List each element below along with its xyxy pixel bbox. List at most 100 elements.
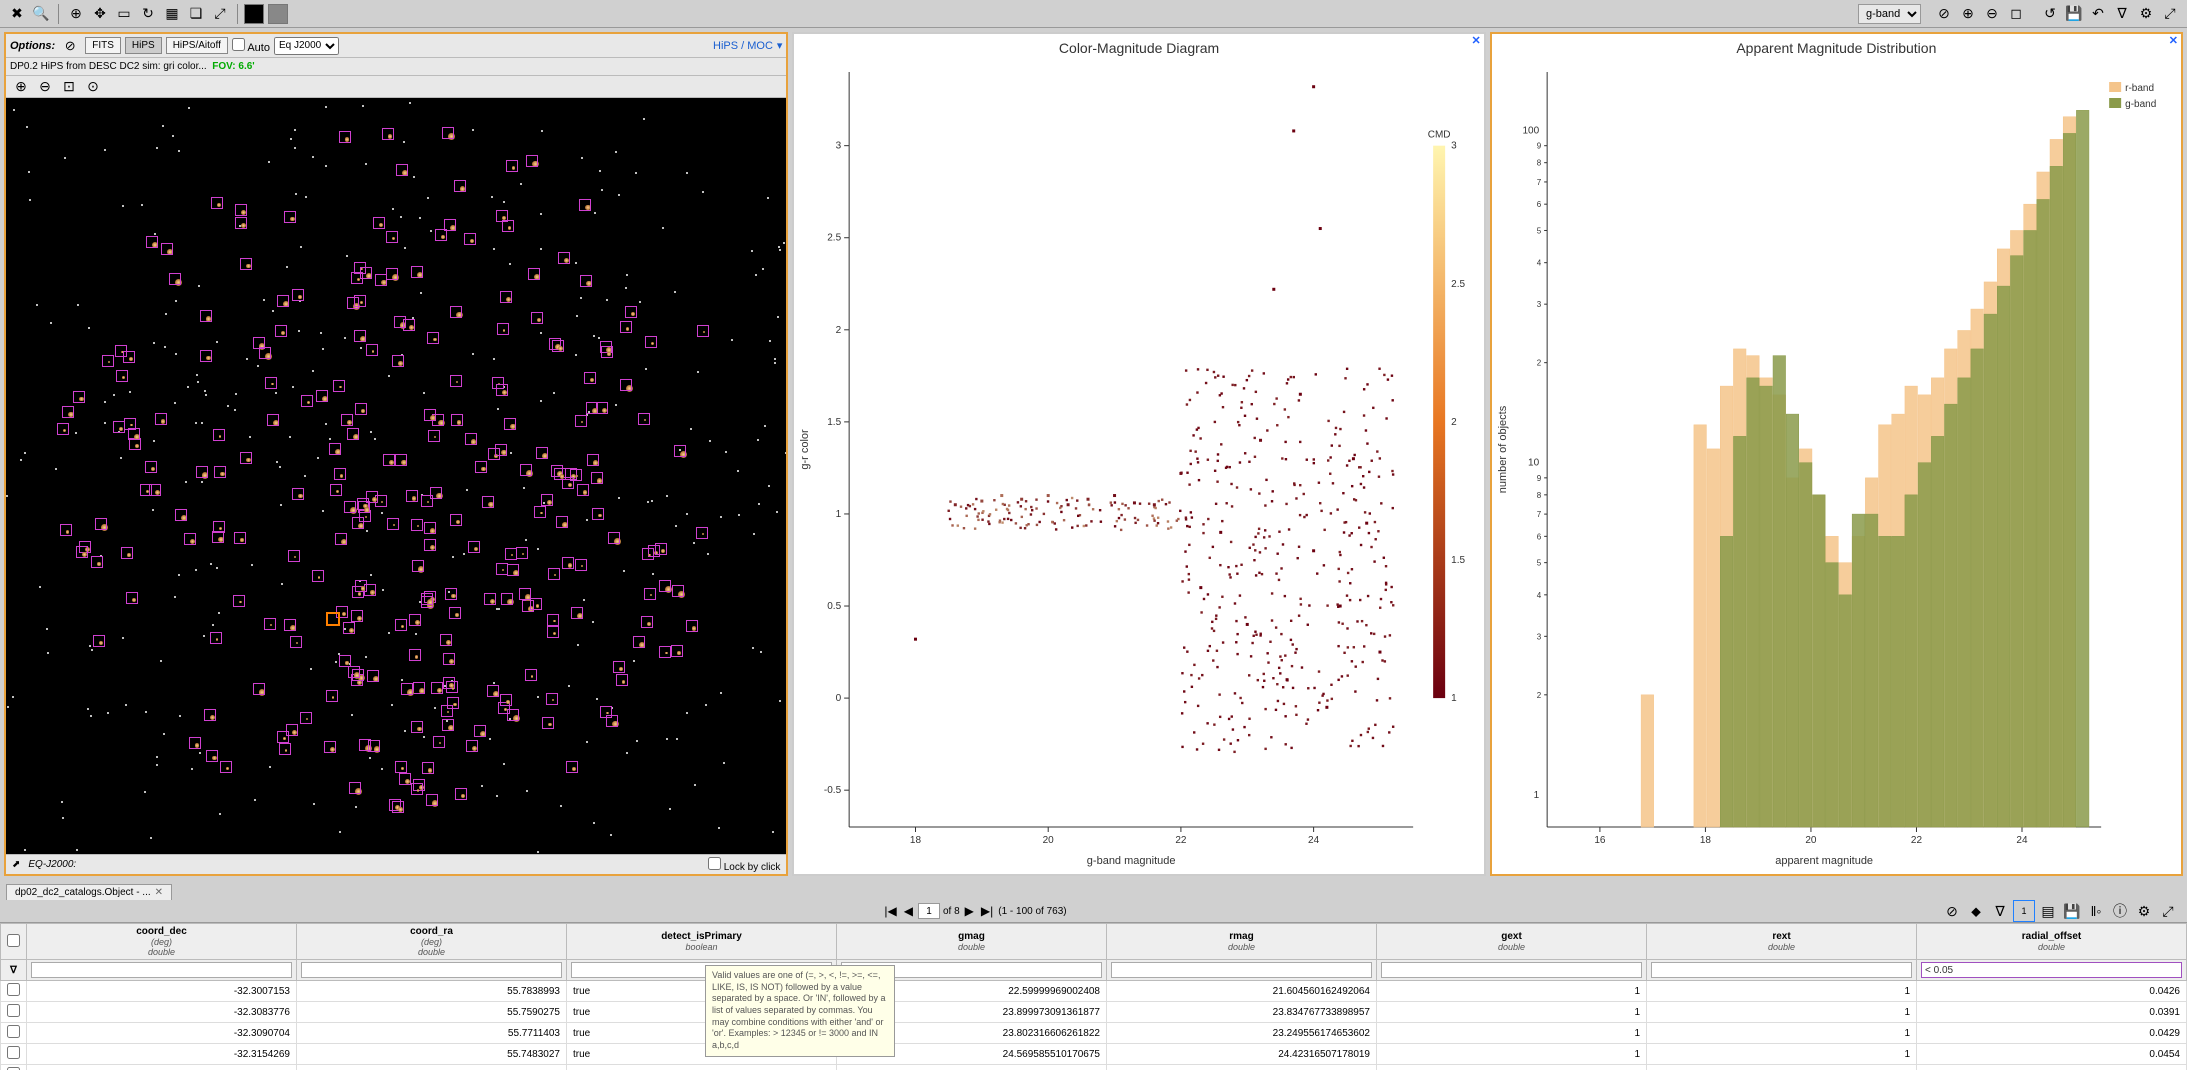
undo-icon[interactable]: ↶ <box>2087 3 2109 25</box>
table-text-icon[interactable]: 1 <box>2013 900 2035 922</box>
svg-text:7: 7 <box>1536 178 1541 187</box>
table-row[interactable]: -32.300715355.7838993true22.599999690024… <box>1 981 2187 1002</box>
select-all-checkbox[interactable] <box>7 934 20 947</box>
col-rmag[interactable]: rmagdouble <box>1107 924 1377 960</box>
table-expand-icon[interactable]: ⤢ <box>2157 900 2179 922</box>
eq-footer-label: EQ-J2000: <box>28 859 76 870</box>
options-label: Options: <box>10 40 55 52</box>
table-text2-icon[interactable]: ▤ <box>2037 900 2059 922</box>
col-detect_isPrimary[interactable]: detect_isPrimaryboolean <box>567 924 837 960</box>
filter-gext[interactable] <box>1381 962 1642 978</box>
band-select[interactable]: g-band <box>1858 4 1921 24</box>
table-row[interactable]: -32.309070455.7711403true23.802316606261… <box>1 1023 2187 1044</box>
page-input[interactable] <box>918 903 940 919</box>
next-page-button[interactable]: ▶ <box>963 904 976 918</box>
cmd-chart-panel: ✕ Color-Magnitude Diagram 18202224-0.500… <box>792 32 1485 876</box>
last-page-button[interactable]: ▶| <box>979 904 995 918</box>
svg-text:8: 8 <box>1536 491 1541 500</box>
svg-text:7: 7 <box>1536 510 1541 519</box>
cmd-chart[interactable]: 18202224-0.500.511.522.53g-band magnitud… <box>794 62 1483 872</box>
col-rext[interactable]: rextdouble <box>1647 924 1917 960</box>
tab-close-icon[interactable]: ✕ <box>155 887 163 898</box>
row-checkbox[interactable] <box>7 983 20 996</box>
filter-rmag[interactable] <box>1111 962 1372 978</box>
cmd-title: Color-Magnitude Diagram <box>794 34 1483 62</box>
table-chart-icon[interactable]: ⬥ <box>1965 900 1987 922</box>
hips-moc-link[interactable]: HiPS / MOC <box>713 40 773 52</box>
table-columns-icon[interactable]: ‖◦ <box>2085 900 2107 922</box>
zoom-out-icon[interactable]: ⊖ <box>1981 3 2003 25</box>
zoom-fit-icon[interactable]: ◻ <box>2005 3 2027 25</box>
eq-select[interactable]: Eq J2000 <box>274 37 339 55</box>
table-save-icon[interactable]: 💾 <box>2061 900 2083 922</box>
filter-coord_dec[interactable] <box>31 962 292 978</box>
table-row[interactable]: -32.315426955.7483027true24.569585510170… <box>1 1044 2187 1065</box>
fullscreen-icon[interactable]: ⤢ <box>2159 3 2181 25</box>
sky-zoom-in-icon[interactable]: ⊕ <box>10 76 32 98</box>
table-settings-icon[interactable]: ⚙ <box>2133 900 2155 922</box>
pan-icon[interactable]: ✥ <box>89 3 111 25</box>
first-page-button[interactable]: |◀ <box>882 904 898 918</box>
table-info-icon[interactable]: ⓘ <box>2109 900 2131 922</box>
layers-icon[interactable]: ❏ <box>185 3 207 25</box>
auto-checkbox-label[interactable]: Auto <box>232 38 270 54</box>
svg-text:5: 5 <box>1536 559 1541 568</box>
filter-rext[interactable] <box>1651 962 1912 978</box>
sky-image-panel: Options: ⊘ FITS HiPS HiPS/Aitoff Auto Eq… <box>4 32 788 876</box>
col-coord_ra[interactable]: coord_ra(deg)double <box>297 924 567 960</box>
row-checkbox[interactable] <box>7 1025 20 1038</box>
grid-icon[interactable]: ▦ <box>161 3 183 25</box>
lock-checkbox-label[interactable]: Lock by click <box>708 857 780 873</box>
col-gmag[interactable]: gmagdouble <box>837 924 1107 960</box>
svg-text:0.5: 0.5 <box>828 601 842 612</box>
auto-checkbox[interactable] <box>232 38 245 51</box>
table-filter-icon[interactable]: ∇ <box>1989 900 2011 922</box>
row-checkbox[interactable] <box>7 1046 20 1059</box>
dropdown-icon[interactable]: ▾ <box>777 39 783 52</box>
popout-icon[interactable]: ⬈ <box>12 859 20 870</box>
zoom-in-icon[interactable]: ⊕ <box>1957 3 1979 25</box>
target-icon[interactable]: ⊕ <box>65 3 87 25</box>
search-icon[interactable]: 🔍 <box>30 3 52 25</box>
sky-zoom-out-icon[interactable]: ⊖ <box>34 76 56 98</box>
sky-zoom-1x-icon[interactable]: ⊙ <box>82 76 104 98</box>
svg-text:16: 16 <box>1594 835 1606 846</box>
filter-coord_ra[interactable] <box>301 962 562 978</box>
col-radial_offset[interactable]: radial_offsetdouble <box>1917 924 2187 960</box>
svg-text:g-r color: g-r color <box>800 429 812 470</box>
select-box-icon[interactable]: ▭ <box>113 3 135 25</box>
svg-text:6: 6 <box>1536 200 1541 209</box>
prev-page-button[interactable]: ◀ <box>902 904 915 918</box>
svg-text:20: 20 <box>1043 835 1055 846</box>
hips-button[interactable]: HiPS <box>125 37 162 54</box>
close-icon[interactable]: ✕ <box>1472 34 1481 47</box>
table-row[interactable]: -32.312044855.7623687true24.778562620983… <box>1 1065 2187 1070</box>
filter-icon[interactable]: ∇ <box>2111 3 2133 25</box>
settings-icon[interactable]: ⚙ <box>2135 3 2157 25</box>
expand-icon[interactable]: ⤢ <box>209 3 231 25</box>
fits-button[interactable]: FITS <box>85 37 121 54</box>
view-grid-button[interactable] <box>268 4 288 24</box>
table-row[interactable]: -32.308377655.7590275true23.899973091361… <box>1 1002 2187 1023</box>
table-disable-icon[interactable]: ⊘ <box>1941 900 1963 922</box>
aitoff-button[interactable]: HiPS/Aitoff <box>166 37 228 54</box>
sky-zoom-fit-icon[interactable]: ⊡ <box>58 76 80 98</box>
table-tab[interactable]: dp02_dc2_catalogs.Object - ... ✕ <box>6 884 172 900</box>
refresh-icon[interactable]: ↻ <box>137 3 159 25</box>
sky-image-view[interactable] <box>6 98 786 854</box>
col-coord_dec[interactable]: coord_dec(deg)double <box>27 924 297 960</box>
view-single-button[interactable] <box>244 4 264 24</box>
row-checkbox[interactable] <box>7 1004 20 1017</box>
svg-text:2.5: 2.5 <box>828 233 842 244</box>
reset-icon[interactable]: ↺ <box>2039 3 2061 25</box>
options-disable-icon[interactable]: ⊘ <box>59 35 81 57</box>
filter-row-icon[interactable]: ∇ <box>10 965 17 976</box>
save-icon[interactable]: 💾 <box>2063 3 2085 25</box>
disable-icon[interactable]: ⊘ <box>1933 3 1955 25</box>
tools-icon[interactable]: ✖ <box>6 3 28 25</box>
close-icon[interactable]: ✕ <box>2169 34 2178 47</box>
hist-chart[interactable]: 16182022241101002345678923456789apparent… <box>1492 62 2181 872</box>
filter-radial_offset[interactable] <box>1921 962 2182 978</box>
col-gext[interactable]: gextdouble <box>1377 924 1647 960</box>
lock-checkbox[interactable] <box>708 857 721 870</box>
